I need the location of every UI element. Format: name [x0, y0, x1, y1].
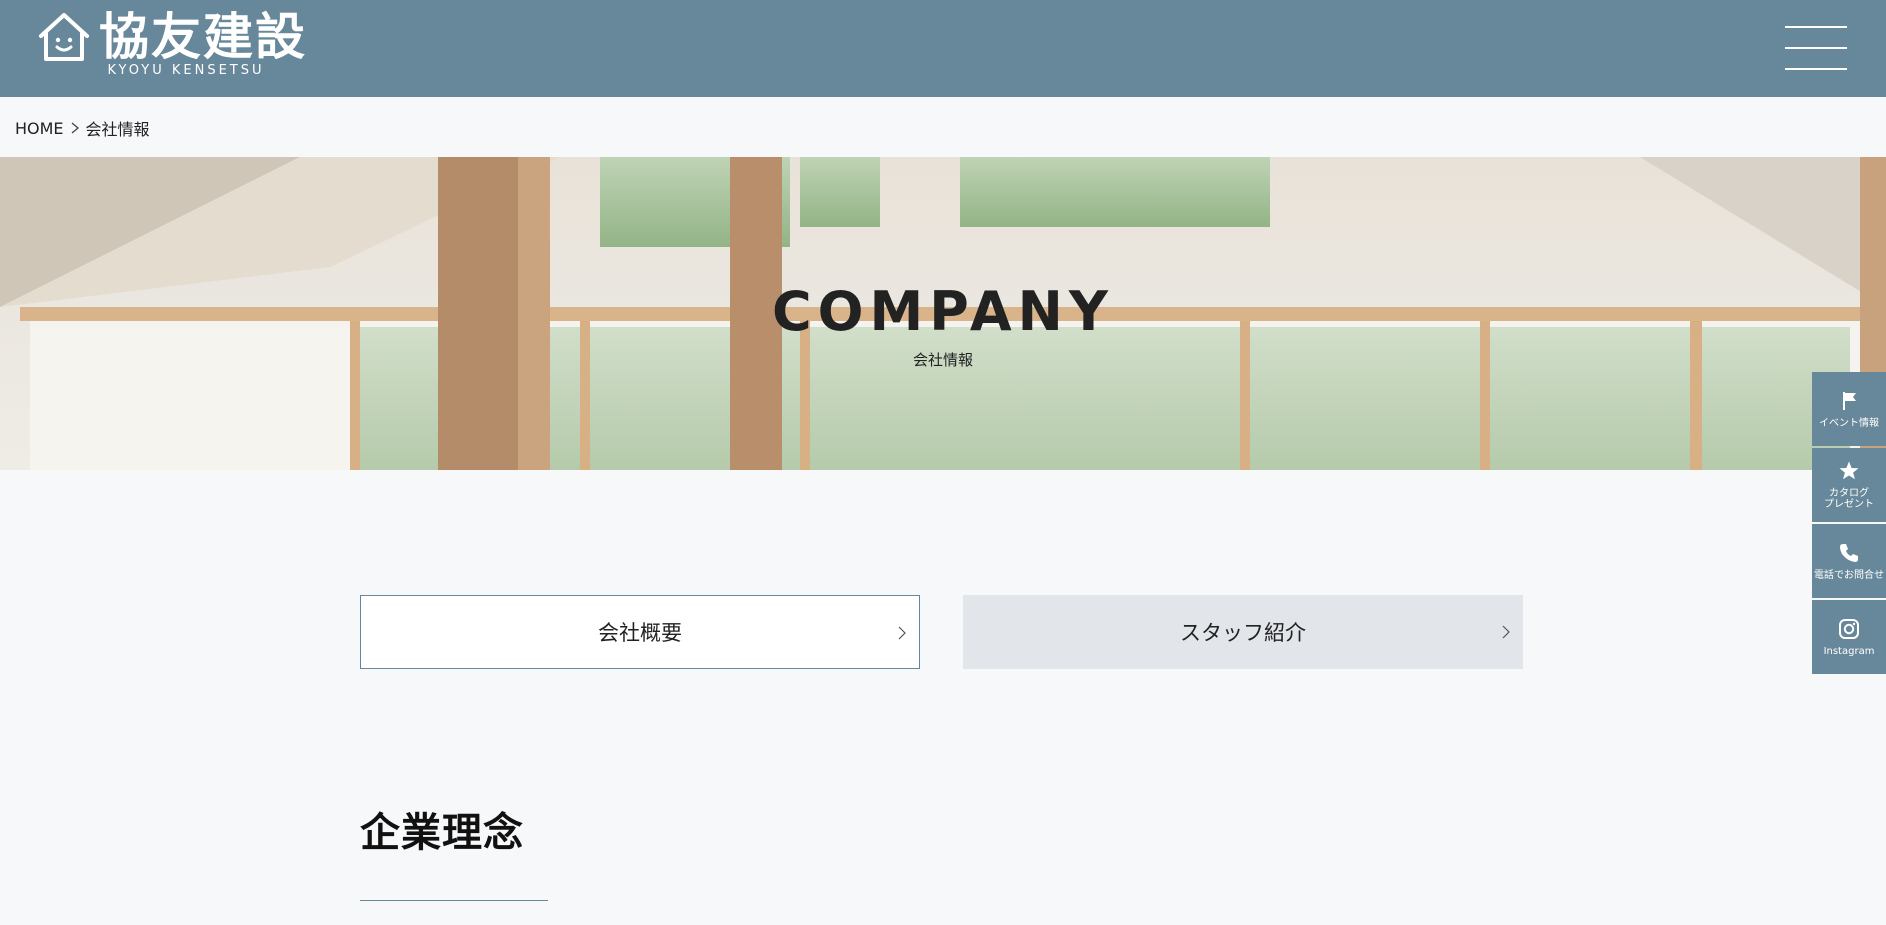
site-logo[interactable]: 協友建設 KYOYU KENSETSU [26, 8, 316, 78]
hero-title: COMPANY [772, 280, 1114, 343]
hamburger-line [1785, 68, 1847, 70]
hamburger-line [1785, 26, 1847, 28]
logo-text: 協友建設 [99, 8, 307, 66]
chevron-right-icon [1502, 625, 1510, 639]
house-logo-icon [39, 13, 89, 61]
star-icon [1839, 461, 1859, 480]
site-header: 協友建設 KYOYU KENSETSU [0, 0, 1886, 97]
breadcrumb-home-link[interactable]: HOME [15, 119, 64, 138]
section-divider [360, 900, 548, 901]
hero-subtitle: 会社情報 [912, 351, 973, 369]
side-nav: イベント情報 カタログ プレゼント 電話でお問合せ Instagram [1812, 372, 1886, 676]
breadcrumb-current: 会社情報 [85, 120, 150, 139]
hero-banner: COMPANY 会社情報 [0, 157, 1886, 470]
side-nav-label: イベント情報 [1819, 417, 1879, 429]
side-nav-events[interactable]: イベント情報 [1812, 372, 1886, 446]
tab-label: スタッフ紹介 [1180, 621, 1306, 645]
hamburger-line [1785, 47, 1847, 49]
chevron-right-icon [71, 122, 79, 134]
flag-icon [1843, 391, 1856, 410]
side-nav-label: Instagram [1823, 645, 1875, 657]
chevron-right-icon [898, 626, 906, 640]
logo-subtitle: KYOYU KENSETSU [107, 63, 265, 78]
side-nav-label: カタログ プレゼント [1824, 488, 1874, 510]
side-nav-instagram[interactable]: Instagram [1812, 600, 1886, 674]
side-nav-label-text: カタログ プレゼント [1824, 488, 1874, 510]
side-nav-catalog[interactable]: カタログ プレゼント [1812, 448, 1886, 522]
tab-label: 会社概要 [598, 621, 682, 645]
hamburger-menu-button[interactable] [1785, 24, 1847, 70]
breadcrumb: HOME 会社情報 [15, 116, 150, 140]
side-nav-label: 電話でお問合せ [1814, 569, 1884, 581]
tab-company-overview[interactable]: 会社概要 [360, 595, 920, 669]
section-title: 企業理念 [360, 810, 524, 856]
side-nav-phone[interactable]: 電話でお問合せ [1812, 524, 1886, 598]
tab-staff-introduction[interactable]: スタッフ紹介 [963, 595, 1523, 669]
instagram-icon [1839, 618, 1859, 639]
phone-icon [1840, 543, 1858, 562]
